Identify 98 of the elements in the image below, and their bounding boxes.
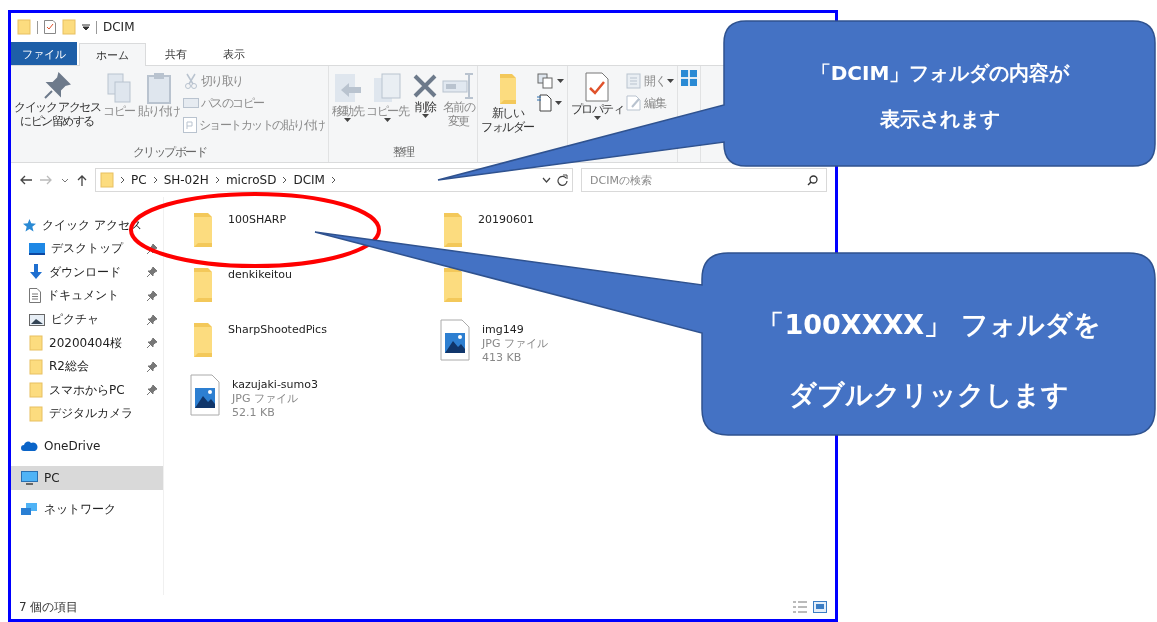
nav-item[interactable]: ドキュメント bbox=[11, 284, 163, 308]
pin-icon[interactable] bbox=[147, 291, 157, 301]
nav-item[interactable]: OneDrive bbox=[11, 433, 163, 458]
group-label: 整理 bbox=[391, 144, 416, 161]
pictures-icon bbox=[29, 313, 45, 326]
ribbon-button[interactable]: プロパティ bbox=[570, 70, 624, 122]
image-file-icon bbox=[440, 319, 470, 361]
folder-icon bbox=[29, 335, 43, 352]
folder-icon bbox=[17, 19, 31, 35]
nav-item[interactable]: R2総会 bbox=[11, 354, 163, 379]
pin-icon[interactable] bbox=[147, 361, 157, 372]
nav-item[interactable]: ダウンロード bbox=[11, 260, 163, 285]
chevron-right-icon bbox=[282, 176, 288, 184]
grid-icon[interactable] bbox=[681, 70, 698, 86]
file-name: 20190601 bbox=[478, 213, 534, 227]
chevron-right-icon bbox=[152, 176, 158, 184]
folder-icon bbox=[29, 358, 43, 375]
window-title: DCIM bbox=[103, 20, 135, 34]
file-name: denkikeitou bbox=[228, 268, 292, 282]
clipboard-icon bbox=[145, 72, 172, 104]
item-count: 7 個の項目 bbox=[19, 598, 79, 616]
nav-item[interactable]: 20200404桜 bbox=[11, 331, 163, 355]
chevron-right-icon bbox=[120, 176, 125, 184]
up-arrow-icon[interactable] bbox=[77, 174, 87, 186]
pin-icon[interactable] bbox=[147, 338, 157, 349]
forward-icon bbox=[40, 175, 53, 185]
ribbon-tab[interactable]: ファイル bbox=[11, 42, 77, 65]
refresh-icon[interactable] bbox=[557, 174, 568, 186]
pin-icon[interactable] bbox=[147, 243, 157, 254]
file-type: JPG ファイル bbox=[232, 392, 299, 406]
cloud-icon bbox=[21, 440, 38, 451]
group-label: クリップボード bbox=[131, 144, 208, 161]
file-type: JPG ファイル bbox=[482, 337, 548, 351]
file-size: 52.1 KB bbox=[232, 406, 276, 420]
document-icon bbox=[536, 94, 553, 112]
search-field[interactable]: DCIMの検索 bbox=[581, 168, 827, 192]
folder-icon bbox=[62, 19, 76, 35]
nav-item[interactable]: ネットワーク bbox=[11, 497, 163, 522]
folder-icon bbox=[29, 405, 43, 422]
ribbon-button[interactable]: 新しいフォルダー bbox=[481, 70, 534, 136]
pin-icon[interactable] bbox=[147, 385, 157, 396]
open-icon bbox=[626, 73, 643, 89]
address-bar[interactable]: PC SH-02H microSD DCIM bbox=[95, 168, 573, 192]
breadcrumb[interactable]: DCIM bbox=[293, 173, 325, 187]
file-name: SharpShootedPics bbox=[228, 323, 327, 337]
file-size: 413 KB bbox=[482, 351, 523, 365]
ribbon-button[interactable]: 削除 bbox=[411, 70, 440, 120]
pin-icon[interactable] bbox=[147, 267, 157, 278]
ribbon-tab[interactable]: 共有 bbox=[148, 42, 204, 65]
computer-icon bbox=[21, 470, 38, 485]
pin-icon bbox=[43, 72, 72, 100]
breadcrumb[interactable]: PC bbox=[131, 173, 147, 187]
scissors-icon bbox=[182, 73, 199, 89]
folder-icon bbox=[497, 72, 518, 106]
breadcrumb[interactable]: microSD bbox=[225, 173, 277, 187]
breadcrumb[interactable]: SH-02H bbox=[163, 173, 209, 187]
chevron-right-icon bbox=[330, 176, 336, 184]
file-name: img149 bbox=[482, 323, 525, 337]
edit-icon bbox=[626, 95, 643, 111]
ribbon-button[interactable]: クイック アクセスにピン留めする bbox=[14, 70, 101, 130]
large-icons-view-icon[interactable] bbox=[813, 601, 827, 613]
nav-item[interactable]: ピクチャ bbox=[11, 307, 163, 332]
search-icon bbox=[807, 174, 818, 186]
nav-item[interactable]: デスクトップ bbox=[11, 237, 163, 261]
nav-item[interactable]: スマホからPC bbox=[11, 378, 163, 403]
ribbon-tab[interactable]: ホーム bbox=[79, 43, 146, 66]
desktop-icon bbox=[29, 242, 45, 255]
copy-icon bbox=[372, 72, 403, 104]
nav-item[interactable]: デジタルカメラ bbox=[11, 402, 163, 426]
star-icon bbox=[23, 218, 36, 232]
new-item-icon bbox=[536, 73, 555, 89]
callout-text: 「100XXXX」 フォルダを ダブルクリックします bbox=[756, 308, 1102, 412]
copy-icon bbox=[106, 72, 133, 104]
file-name: 100SHARP bbox=[228, 213, 287, 227]
pin-icon[interactable] bbox=[147, 314, 157, 325]
rename-icon bbox=[442, 72, 475, 100]
chevron-down-icon[interactable] bbox=[542, 177, 551, 183]
chevron-right-icon bbox=[214, 176, 220, 184]
properties-icon bbox=[585, 72, 610, 102]
ribbon-button[interactable] bbox=[536, 94, 564, 112]
document-icon bbox=[29, 288, 41, 304]
properties-icon[interactable] bbox=[44, 20, 56, 34]
file-name: kazujaki-sumo3 bbox=[232, 378, 318, 392]
path-icon bbox=[182, 98, 199, 108]
folder-icon bbox=[100, 172, 114, 188]
back-icon bbox=[19, 175, 32, 185]
move-icon bbox=[332, 72, 363, 104]
image-file-icon bbox=[190, 374, 220, 416]
ribbon-tab[interactable]: 表示 bbox=[206, 42, 262, 65]
nav-item[interactable]: PC bbox=[11, 465, 163, 490]
network-icon bbox=[21, 502, 38, 517]
callout-text: 「DCIM」フォルダの内容が 表示されます bbox=[809, 60, 1071, 133]
ribbon-button[interactable] bbox=[536, 72, 564, 90]
dropdown-icon[interactable] bbox=[82, 23, 90, 31]
shortcut-icon bbox=[182, 117, 197, 133]
download-icon bbox=[29, 264, 43, 281]
folder-icon bbox=[29, 382, 43, 399]
chevron-down-icon[interactable] bbox=[61, 177, 69, 183]
